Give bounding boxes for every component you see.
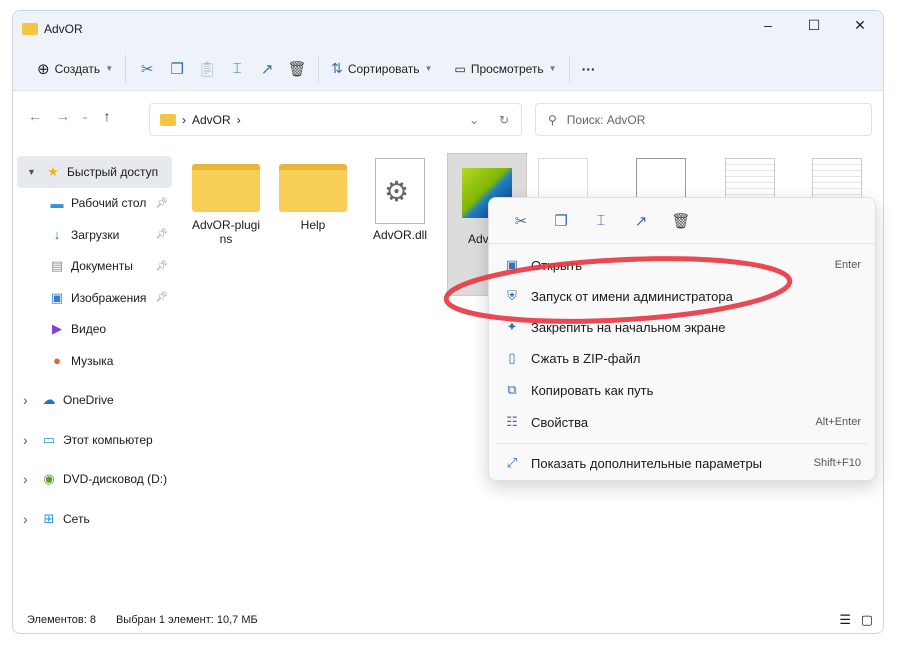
red-annotation-ellipse	[443, 256, 793, 324]
highlight-ellipse	[443, 256, 793, 324]
